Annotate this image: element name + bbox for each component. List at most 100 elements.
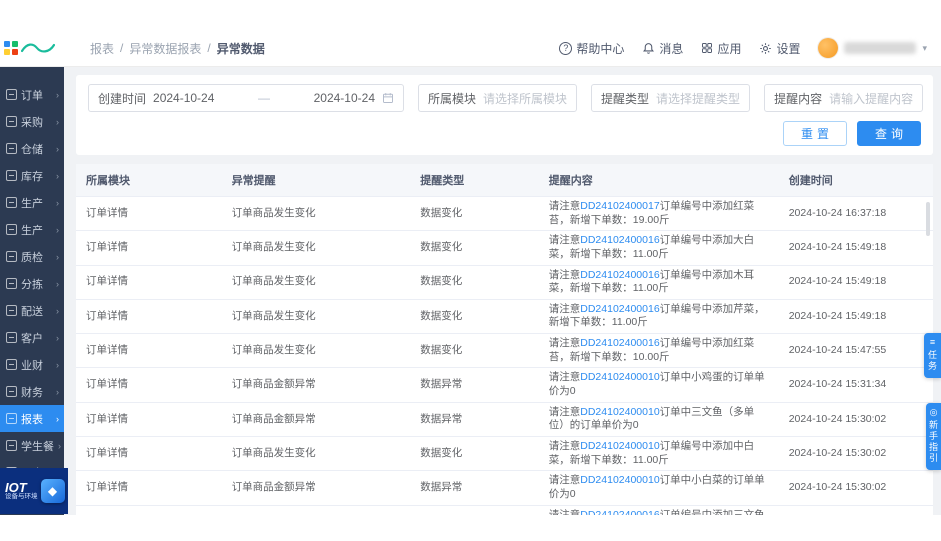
apps-button[interactable]: 应用 (701, 40, 741, 57)
order-number-link[interactable]: DD24102400016 (580, 234, 659, 246)
search-button[interactable]: 查询 (857, 121, 921, 146)
user-menu[interactable]: ▾ (818, 38, 927, 58)
sidebar-item-label: 质检 (21, 249, 43, 265)
type-filter-select[interactable]: 提醒类型 请选择提醒类型 (591, 84, 750, 112)
cell-content: 请注意DD24102400016订单编号中添加木耳菜，新增下单数：11.00斤 (539, 265, 779, 299)
cell-content: 请注意DD24102400016订单编号中添加大白菜，新增下单数：11.00斤 (539, 231, 779, 265)
column-header: 提醒类型 (410, 164, 539, 197)
table-body: 订单详情 订单商品发生变化 数据变化 请注意DD24102400017订单编号中… (76, 197, 933, 516)
module-filter-select[interactable]: 所属模块 请选择所属模块 (418, 84, 577, 112)
chevron-right-icon: › (56, 117, 59, 127)
cell-time: 2024-10-24 15:49:18 (779, 231, 933, 265)
chevron-right-icon: › (56, 387, 59, 397)
sidebar-item-label: 报表 (21, 411, 43, 427)
bell-icon (642, 42, 655, 55)
cell-alert: 订单商品金额异常 (222, 402, 411, 436)
table-scrollbar[interactable] (926, 202, 930, 236)
sidebar-item[interactable]: 库存 › (0, 162, 64, 189)
content-filter-placeholder: 请输入提醒内容 (829, 90, 913, 107)
menu-icon (6, 224, 17, 235)
cell-content: 请注意DD24102400010订单中小白菜的订单单价为0 (539, 471, 779, 505)
sidebar-item[interactable]: 订单 › (0, 81, 64, 108)
sidebar-item-label: 生产 (21, 195, 43, 211)
breadcrumb-separator: / (120, 41, 123, 55)
breadcrumb-item[interactable]: 异常数据报表 (129, 40, 201, 57)
sidebar-item[interactable]: 业财 › (0, 351, 64, 378)
table-row[interactable]: 订单详情 订单商品发生变化 数据变化 请注意DD24102400010订单编号中… (76, 436, 933, 470)
sidebar-item[interactable]: 仓储 › (0, 135, 64, 162)
settings-button[interactable]: 设置 (759, 40, 800, 57)
reset-button[interactable]: 重置 (783, 121, 847, 146)
breadcrumb-separator: / (207, 41, 210, 55)
menu-icon (6, 440, 17, 451)
chevron-down-icon: ▾ (922, 43, 927, 54)
cell-module: 订单详情 (76, 299, 222, 333)
messages-button[interactable]: 消息 (642, 40, 683, 57)
table-row[interactable]: 订单详情 订单商品发生变化 数据变化 请注意DD24102400016订单编号中… (76, 265, 933, 299)
menu-icon (6, 170, 17, 181)
cell-content: 请注意DD24102400016订单编号中添加芹菜，新增下单数：11.00斤 (539, 299, 779, 333)
sidebar-item-label: 订单 (21, 87, 43, 103)
order-number-link[interactable]: DD24102400016 (580, 337, 659, 349)
sidebar-item[interactable]: 财务 › (0, 378, 64, 405)
order-number-link[interactable]: DD24102400016 (580, 303, 659, 315)
cell-module: 订单详情 (76, 197, 222, 231)
table-row[interactable]: 订单详情 订单商品金额异常 数据异常 请注意DD24102400010订单中三文… (76, 402, 933, 436)
help-icon: ? (559, 42, 572, 55)
order-number-link[interactable]: DD24102400010 (580, 406, 659, 418)
sidebar-item-label: 分拣 (21, 276, 43, 292)
table-row[interactable]: 订单详情 订单商品发生变化 数据变化 请注意DD24102400016订单编号中… (76, 334, 933, 368)
chevron-right-icon: › (56, 225, 59, 235)
table-row[interactable]: 订单详情 订单商品发生变化 数据变化 请注意DD24102400016订单编号中… (76, 299, 933, 333)
cell-alert: 订单商品发生变化 (222, 231, 411, 265)
sidebar-item-label: 学生餐 (21, 438, 54, 454)
chevron-right-icon: › (56, 279, 59, 289)
date-start-input[interactable]: 2024-10-24 (153, 91, 214, 105)
table-row[interactable]: 订单详情 订单商品发生变化 数据变化 请注意DD24102400016订单编号中… (76, 231, 933, 265)
breadcrumb-item[interactable]: 报表 (90, 40, 114, 57)
sidebar-menu: 订单 › 采购 › 仓储 › 库存 › 生产 › 生产 › 质检 › 分拣 › … (0, 81, 64, 486)
order-number-link[interactable]: DD24102400016 (580, 509, 659, 515)
guide-icon: ◎ (930, 408, 938, 417)
cell-time: 2024-10-24 15:49:18 (779, 299, 933, 333)
cell-content: 请注意DD24102400010订单编号中添加中白菜，新增下单数：11.00斤 (539, 436, 779, 470)
order-number-link[interactable]: DD24102400010 (580, 474, 659, 486)
order-number-link[interactable]: DD24102400016 (580, 269, 659, 281)
date-end-input[interactable]: 2024-10-24 (314, 91, 375, 105)
sidebar-item[interactable]: 采购 › (0, 108, 64, 135)
table-row[interactable]: 订单详情 订单商品金额异常 数据异常 请注意DD24102400010订单中小白… (76, 471, 933, 505)
guide-tab[interactable]: ◎ 新手指引 (926, 403, 941, 470)
sidebar-item[interactable]: 客户 › (0, 324, 64, 351)
table-row[interactable]: 订单详情 订单商品金额异常 数据异常 请注意DD24102400010订单中小鸡… (76, 368, 933, 402)
cell-type: 数据异常 (410, 368, 539, 402)
column-header: 异常提醒 (222, 164, 411, 197)
order-number-link[interactable]: DD24102400010 (580, 440, 659, 452)
cell-type: 数据变化 (410, 334, 539, 368)
task-tab[interactable]: ≡ 任务 (924, 333, 941, 378)
cell-module: 订单详情 (76, 402, 222, 436)
table-header-row: 所属模块异常提醒提醒类型提醒内容创建时间 (76, 164, 933, 197)
table-row[interactable]: 订单详情 订单商品发生变化 数据变化 请注意DD24102400017订单编号中… (76, 197, 933, 231)
order-number-link[interactable]: DD24102400010 (580, 371, 659, 383)
help-center-button[interactable]: ? 帮助中心 (559, 40, 624, 57)
content-filter-input[interactable]: 提醒内容 请输入提醒内容 (764, 84, 923, 112)
sidebar-item[interactable]: 生产 › (0, 189, 64, 216)
menu-icon (6, 359, 17, 370)
sidebar-item[interactable]: 学生餐 › (0, 432, 64, 459)
sidebar-item-label: 配送 (21, 303, 43, 319)
table-row[interactable]: 订单详情 订单商品发生变化 数据变化 请注意DD24102400016订单编号中… (76, 505, 933, 515)
date-range-filter[interactable]: 创建时间 2024-10-24 — 2024-10-24 (88, 84, 404, 112)
order-number-link[interactable]: DD24102400017 (580, 200, 659, 212)
sidebar-item[interactable]: 质检 › (0, 243, 64, 270)
brand-logo[interactable] (4, 41, 84, 55)
sidebar-item[interactable]: 生产 › (0, 216, 64, 243)
sidebar-item[interactable]: 配送 › (0, 297, 64, 324)
iot-widget[interactable]: IOT 设备与环境 ◆ (0, 468, 68, 514)
sidebar-item[interactable]: 分拣 › (0, 270, 64, 297)
sidebar-item[interactable]: 报表 › (0, 405, 64, 432)
task-tab-label: 任务 (926, 350, 939, 372)
chevron-right-icon: › (58, 441, 61, 451)
type-filter-placeholder: 请选择提醒类型 (656, 90, 740, 107)
cell-alert: 订单商品发生变化 (222, 505, 411, 515)
cell-time: 2024-10-24 15:47:55 (779, 334, 933, 368)
